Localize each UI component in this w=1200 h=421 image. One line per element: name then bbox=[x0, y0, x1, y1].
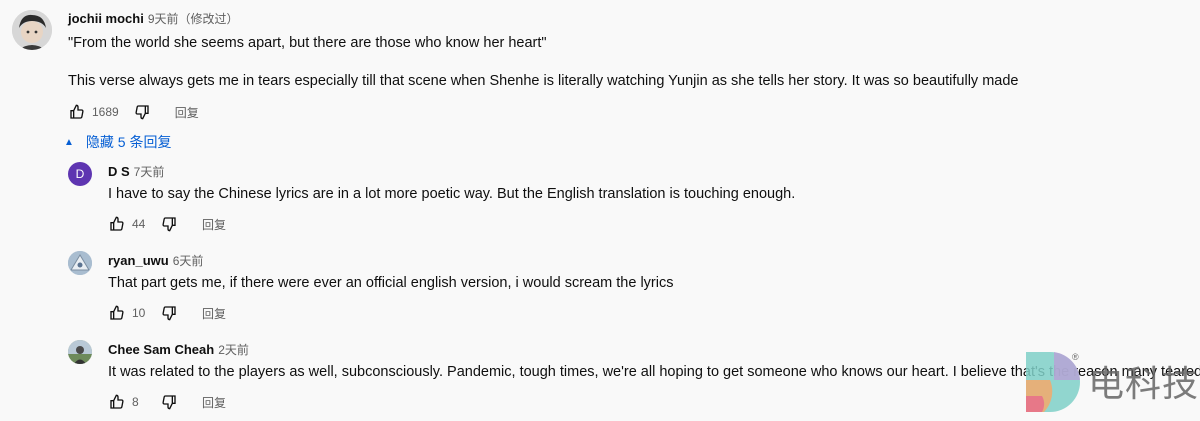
reply-button[interactable]: 回复 bbox=[202, 305, 226, 322]
reply-button[interactable]: 回复 bbox=[175, 104, 199, 121]
comment-actions: 44 回复 bbox=[108, 215, 226, 233]
comment-time[interactable]: 6天前 bbox=[173, 254, 204, 268]
comment-author[interactable]: D S 7天前 bbox=[108, 163, 164, 180]
reply-button[interactable]: 回复 bbox=[202, 394, 226, 411]
comment-author[interactable]: jochii mochi 9天前（修改过） bbox=[68, 10, 239, 27]
like-icon[interactable] bbox=[108, 215, 126, 233]
dislike-icon[interactable] bbox=[133, 103, 151, 121]
chevron-up-icon: ▲ bbox=[64, 136, 74, 148]
avatar[interactable] bbox=[68, 340, 92, 364]
comment-time[interactable]: 7天前 bbox=[134, 165, 165, 179]
avatar[interactable]: D bbox=[68, 162, 92, 186]
comment-actions: 8 回复 bbox=[108, 393, 226, 411]
comment-time[interactable]: 2天前 bbox=[218, 343, 249, 357]
registered-mark: ® bbox=[1072, 352, 1079, 362]
author-name[interactable]: D S bbox=[108, 164, 130, 179]
comment-time[interactable]: 9天前（修改过） bbox=[148, 12, 239, 26]
like-icon[interactable] bbox=[68, 103, 86, 121]
like-icon[interactable] bbox=[108, 393, 126, 411]
dislike-icon[interactable] bbox=[160, 393, 178, 411]
hide-replies-label: 隐藏 5 条回复 bbox=[85, 134, 172, 150]
comment-text-line1: "From the world she seems apart, but the… bbox=[68, 35, 547, 51]
like-count: 8 bbox=[132, 395, 139, 409]
comment-text: I have to say the Chinese lyrics are in … bbox=[108, 186, 796, 202]
dislike-icon[interactable] bbox=[160, 215, 178, 233]
author-name[interactable]: ryan_uwu bbox=[108, 253, 169, 268]
comment-author[interactable]: ryan_uwu 6天前 bbox=[108, 252, 203, 269]
comment-text-line2: This verse always gets me in tears espec… bbox=[68, 73, 1019, 89]
comment-actions: 10 回复 bbox=[108, 304, 226, 322]
comment-author[interactable]: Chee Sam Cheah 2天前 bbox=[108, 341, 249, 358]
dislike-icon[interactable] bbox=[160, 304, 178, 322]
like-count: 44 bbox=[132, 217, 146, 231]
author-name[interactable]: Chee Sam Cheah bbox=[108, 342, 214, 357]
avatar-letter: D bbox=[75, 167, 85, 181]
comment-text: That part gets me, if there were ever an… bbox=[108, 275, 674, 291]
watermark-text: 电科技 bbox=[1088, 363, 1200, 404]
comment-actions: 1689 回复 bbox=[68, 103, 199, 121]
like-count: 1689 bbox=[92, 105, 119, 119]
avatar[interactable] bbox=[12, 10, 52, 50]
reply-button[interactable]: 回复 bbox=[202, 216, 226, 233]
author-name[interactable]: jochii mochi bbox=[68, 11, 144, 26]
hide-replies-toggle[interactable]: ▲ 隐藏 5 条回复 bbox=[64, 132, 171, 152]
avatar[interactable] bbox=[68, 251, 92, 275]
like-count: 10 bbox=[132, 306, 146, 320]
like-icon[interactable] bbox=[108, 304, 126, 322]
